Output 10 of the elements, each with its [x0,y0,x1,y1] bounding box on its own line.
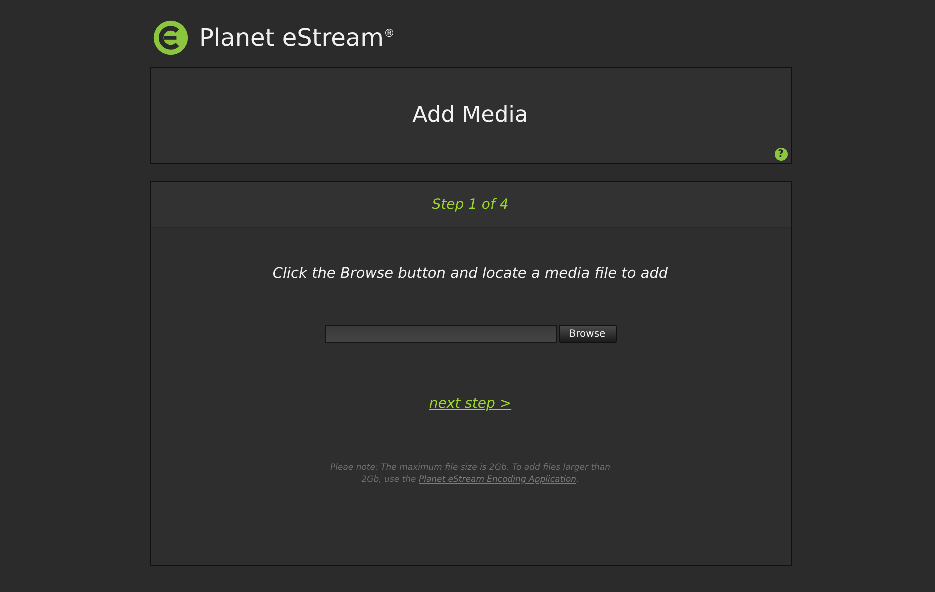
help-icon[interactable]: ? [774,148,788,161]
file-field[interactable] [324,325,556,343]
page-title: Add Media [412,103,528,128]
next-step-link[interactable]: next step > [429,396,512,412]
browse-button[interactable]: Browse [558,325,616,343]
brand-name: Planet eStream$^{®}$ [200,24,395,52]
logo-icon [152,19,190,57]
step-label: Step 1 of 4 [432,196,509,212]
note-text: Pleae note: The maximum file size is 2Gb. To add files larger than 2Gb, use the Planet eStream Encoding Application. [329,462,612,486]
instruction-text: Click the Browse button and locate a media file to add [272,266,670,282]
